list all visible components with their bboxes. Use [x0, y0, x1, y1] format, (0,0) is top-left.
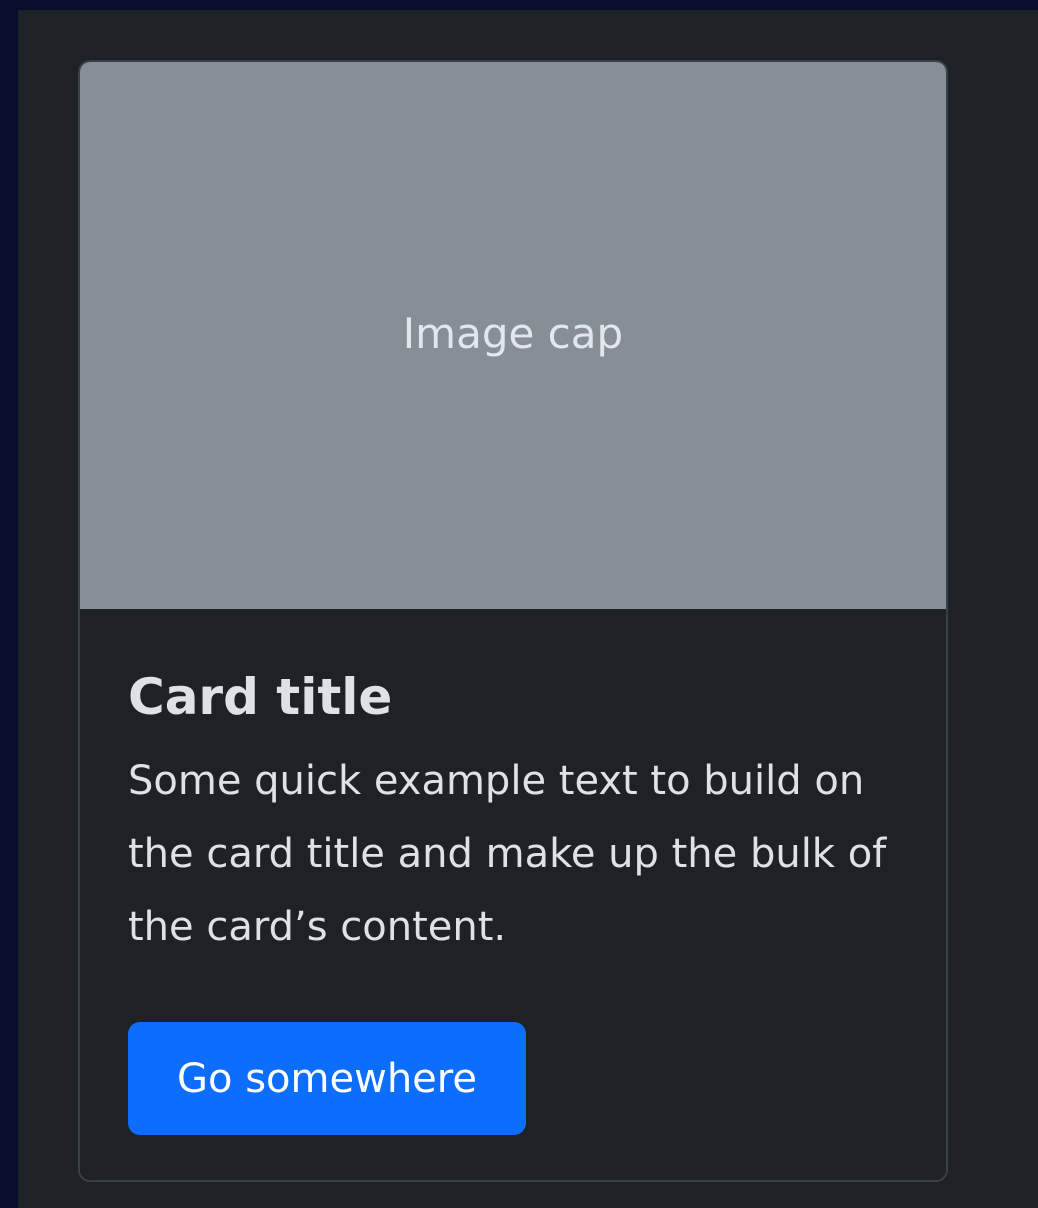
card-text: Some quick example text to build on the … [128, 758, 887, 950]
image-cap-label: Image cap [402, 309, 624, 358]
card-body: Card title Some quick example text to bu… [128, 609, 898, 1135]
card-title: Card title [128, 668, 393, 726]
go-somewhere-button[interactable]: Go somewhere [128, 1022, 526, 1135]
content-area: Image cap Card title Some quick example … [18, 10, 1038, 1208]
card: Image cap Card title Some quick example … [78, 60, 948, 1182]
card-image-placeholder: Image cap [80, 62, 946, 609]
